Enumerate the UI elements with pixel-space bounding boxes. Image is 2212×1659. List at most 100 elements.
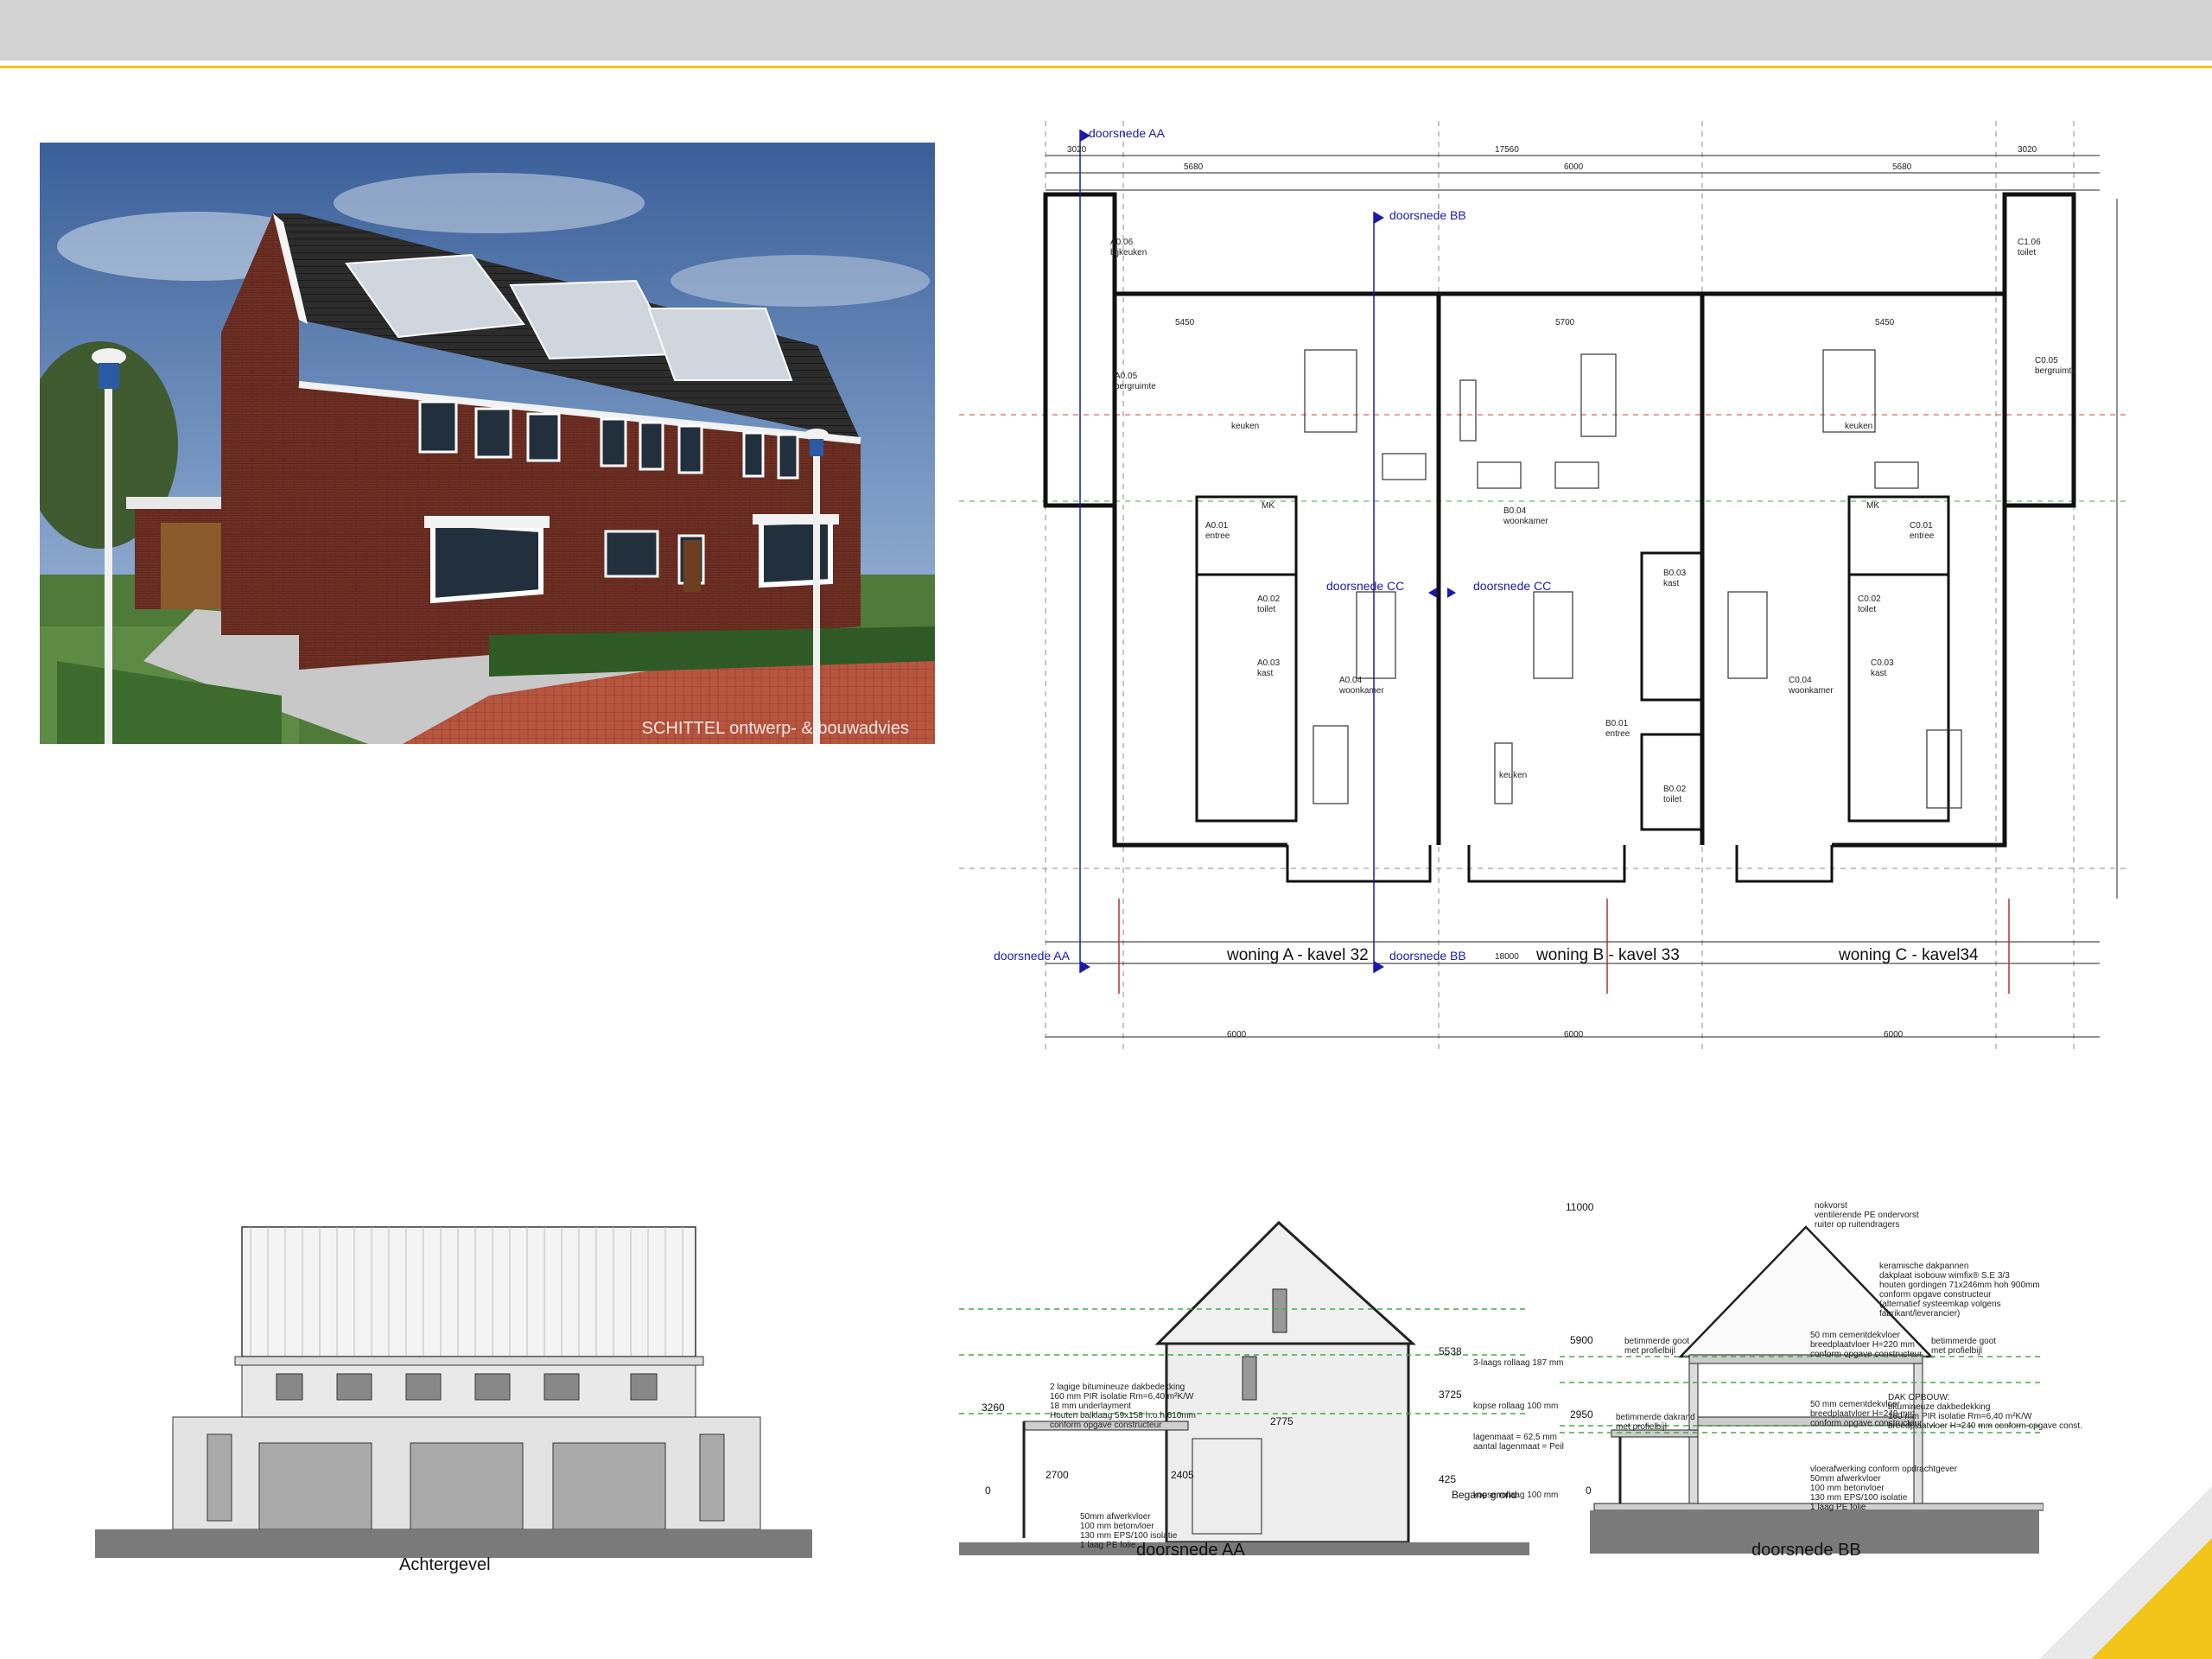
room-c06-name: toilet [2018, 248, 2037, 257]
room-c02: C0.02 [1858, 594, 1881, 604]
room-b01: B0.01 [1605, 719, 1629, 728]
room-a04-name: woonkamer [1339, 686, 1384, 696]
room-c05: C0.05 [2035, 356, 2058, 365]
aa-level-2700: 2700 [1046, 1469, 1069, 1481]
room-a05-name: bergruimte [1115, 382, 1156, 391]
bb-level-5900: 5900 [1570, 1334, 1593, 1346]
room-b04: B0.04 [1503, 506, 1527, 516]
house-rendering: SCHITTEL ontwerp- & bouwadvies [40, 143, 935, 744]
aa-level-0: 0 [985, 1484, 991, 1497]
room-a02-name: toilet [1257, 605, 1276, 614]
room-c-mk: MK [1866, 501, 1879, 511]
room-a06-name: bijkeuken [1110, 248, 1147, 257]
section-bb-drawing: 11000 5900 2950 0 nokvorst ventilerende … [1560, 1201, 2082, 1555]
aa-level-3260: 3260 [982, 1402, 1005, 1414]
dim-d2: 6000 [1564, 162, 1584, 172]
dim-d8: 5450 [1875, 318, 1895, 327]
floor-plan: doorsnede AA doorsnede BB doorsnede CC d… [959, 121, 2126, 1063]
dim-total-bottom: 18000 [1495, 952, 1519, 962]
aa-note-1: kopse rollaag 100 mm [1473, 1402, 1559, 1411]
bb-note-dak-opbouw: DAK OPBOUW: bitumineuze dakbedekking 160… [1888, 1393, 2082, 1431]
aa-level-2775: 2775 [1270, 1415, 1294, 1427]
dim-w-c: 6000 [1884, 1030, 1904, 1039]
section-aa-drawing: 5538 3725 3260 2775 425 0 2700 2405 3-la… [959, 1210, 1564, 1555]
room-a04: A0.04 [1339, 676, 1363, 685]
aa-level-2405: 2405 [1171, 1469, 1194, 1481]
corner-decoration [2039, 1486, 2212, 1659]
room-b04-name: woonkamer [1503, 517, 1548, 526]
bb-level-11000: 11000 [1566, 1201, 1594, 1213]
section-aa-title: doorsnede AA [1136, 1541, 1245, 1560]
dim-d5: 3020 [2018, 145, 2037, 155]
section-bb-bottom-label: doorsnede BB [1389, 949, 1466, 963]
top-banner [0, 0, 2212, 60]
kavel-b-label: woning B - kavel 33 [1536, 946, 1680, 964]
dim-d1: 5680 [1184, 162, 1204, 172]
aa-level-425: 425 [1439, 1473, 1457, 1485]
bb-note-gutter-right: betimmerde goot met profielbijl [1931, 1337, 1997, 1356]
room-c-keuken: keuken [1845, 422, 1873, 431]
room-a01-name: entree [1205, 531, 1230, 541]
accent-line [0, 66, 2212, 68]
kavel-c-label: woning C - kavel34 [1839, 946, 1979, 964]
bb-note-canopy: betimmerde dakrand met profielbijl [1616, 1413, 1695, 1432]
aa-note-0: 3-laags rollaag 187 mm [1473, 1358, 1564, 1368]
kavel-a-label: woning A - kavel 32 [1227, 946, 1369, 964]
aa-ground-label: Begane grond [1452, 1489, 1517, 1501]
room-b-keuken: keuken [1499, 771, 1528, 780]
bb-note-gutter-left: betimmerde goot met profielbijl [1624, 1337, 1690, 1356]
section-cc-right-label: doorsnede CC [1473, 579, 1552, 593]
room-c04: C0.04 [1789, 676, 1812, 685]
room-c03-name: kast [1871, 669, 1887, 678]
room-a06: A0.06 [1110, 238, 1134, 247]
dim-d7: 5700 [1555, 318, 1575, 327]
room-c06: C1.06 [2018, 238, 2041, 247]
rear-elevation-svg [95, 1226, 812, 1558]
bb-level-0: 0 [1586, 1484, 1592, 1497]
room-b03: B0.03 [1663, 569, 1687, 578]
section-aa-svg [959, 1220, 1529, 1555]
bb-note-ground: vloerafwerking conform opdrachtgever 50m… [1810, 1465, 1958, 1512]
section-cc-left-label: doorsnede CC [1326, 579, 1405, 593]
room-c02-name: toilet [1858, 605, 1877, 614]
section-bb-svg [1560, 1225, 2044, 1554]
photo-credit: SCHITTEL ontwerp- & bouwadvies [641, 719, 909, 738]
room-a05: A0.05 [1115, 372, 1138, 381]
dim-d4: 3020 [1067, 145, 1087, 155]
room-b02: B0.02 [1663, 785, 1687, 794]
room-a-keuken: keuken [1231, 422, 1260, 431]
section-aa-top-label: doorsnede AA [1089, 126, 1165, 140]
bb-level-2950: 2950 [1570, 1408, 1593, 1421]
bb-note-floor1: 50 mm cementdekvloer breedplaatvloer H=2… [1810, 1331, 1923, 1359]
room-a01: A0.01 [1205, 521, 1229, 531]
section-aa-bottom-label: doorsnede AA [994, 949, 1070, 963]
room-b03-name: kast [1663, 579, 1680, 588]
aa-level-5538: 5538 [1439, 1345, 1462, 1357]
rear-elevation-title: Achtergevel [399, 1555, 491, 1574]
room-c01: C0.01 [1910, 521, 1933, 531]
aa-note-2: lagenmaat = 62,5 mm aantal lagenmaat = P… [1473, 1433, 1564, 1452]
house-rendering-svg [40, 143, 935, 744]
room-a03-name: kast [1257, 669, 1274, 678]
room-c04-name: woonkamer [1789, 686, 1834, 696]
room-b02-name: toilet [1663, 795, 1682, 804]
room-c03: C0.03 [1871, 658, 1894, 668]
bb-note-ridge: nokvorst ventilerende PE ondervorst ruit… [1815, 1201, 1919, 1230]
aa-roof-note: 2 lagige bitumineuze dakbedekking 160 mm… [1050, 1382, 1197, 1430]
rear-elevation [86, 1214, 821, 1560]
room-c01-name: entree [1910, 531, 1935, 541]
dim-d6: 5450 [1175, 318, 1195, 327]
room-c05-name: bergruimte [2035, 366, 2076, 376]
bb-note-roof: keramische dakpannen dakplaat isobouw wi… [1879, 1262, 2040, 1319]
dim-w-b: 6000 [1564, 1030, 1584, 1039]
room-a03: A0.03 [1257, 658, 1281, 668]
room-a-mk: MK [1262, 501, 1274, 511]
room-b01-name: entree [1605, 729, 1630, 739]
section-bb-title: doorsnede BB [1751, 1541, 1861, 1560]
dim-total-top: 17560 [1495, 145, 1519, 155]
dim-w-a: 6000 [1227, 1030, 1247, 1039]
section-bb-top-label: doorsnede BB [1389, 208, 1466, 222]
aa-level-3725: 3725 [1439, 1389, 1462, 1401]
dim-d3: 5680 [1892, 162, 1912, 172]
room-a02: A0.02 [1257, 594, 1281, 604]
